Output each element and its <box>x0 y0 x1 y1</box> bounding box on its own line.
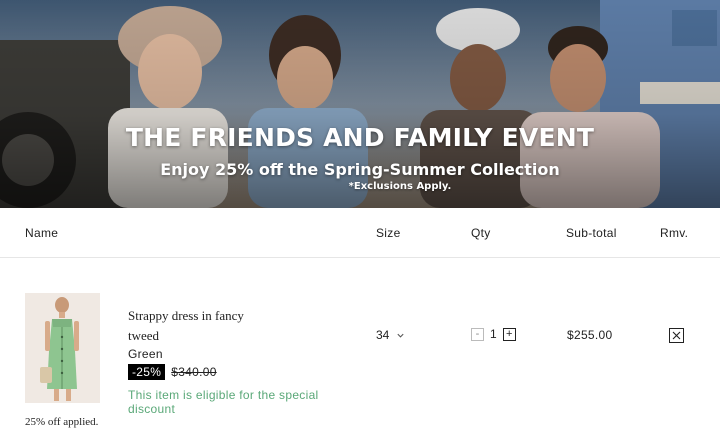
product-name[interactable]: Strappy dress in fancy tweed <box>128 306 278 346</box>
banner-exclusions-note: *Exclusions Apply. <box>348 181 452 192</box>
product-color: Green <box>128 347 163 361</box>
remove-item-button[interactable] <box>669 328 684 343</box>
size-value: 34 <box>376 328 390 342</box>
quantity-stepper: - 1 + <box>471 327 516 341</box>
original-price: $340.00 <box>171 365 217 379</box>
banner-subtitle: Enjoy 25% off the Spring-Summer Collecti… <box>160 160 560 179</box>
price-row: -25% $340.00 <box>128 364 217 380</box>
chevron-down-icon <box>397 333 404 338</box>
size-select[interactable]: 34 <box>376 328 405 342</box>
cart-table-header: Name Size Qty Sub-total Rmv. <box>0 208 720 258</box>
discount-applied-note: 25% off applied. <box>25 416 99 428</box>
discount-badge: -25% <box>128 364 166 380</box>
header-remove: Rmv. <box>660 226 689 240</box>
eligibility-message: This item is eligible for the special di… <box>128 388 319 416</box>
header-subtotal: Sub-total <box>566 226 617 240</box>
close-icon <box>672 331 681 340</box>
header-qty: Qty <box>471 226 491 240</box>
promo-banner[interactable]: THE FRIENDS AND FAMILY EVENT Enjoy 25% o… <box>0 0 720 208</box>
header-size: Size <box>376 226 401 240</box>
qty-value: 1 <box>490 327 497 341</box>
item-subtotal: $255.00 <box>567 328 613 342</box>
qty-decrease-button[interactable]: - <box>471 327 484 341</box>
dress-illustration <box>25 293 100 403</box>
header-name: Name <box>25 226 59 240</box>
qty-increase-button[interactable]: + <box>502 327 516 341</box>
banner-title: THE FRIENDS AND FAMILY EVENT <box>125 123 595 152</box>
product-image[interactable] <box>25 293 100 403</box>
